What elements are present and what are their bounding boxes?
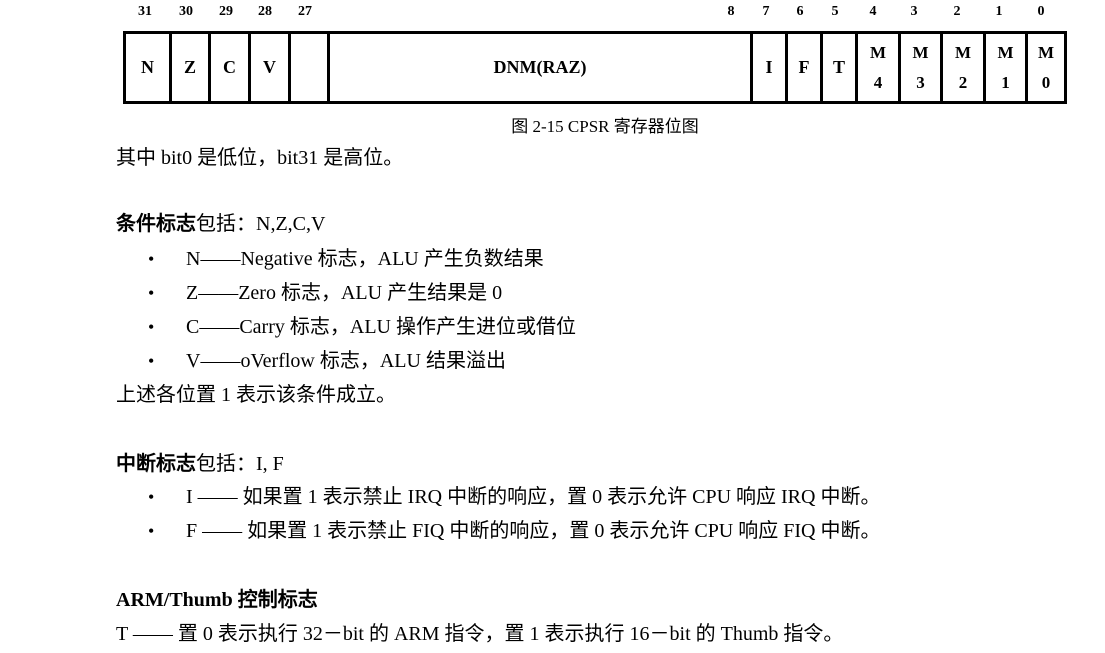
cell-label: F <box>798 57 810 77</box>
register-cell-m1: M 1 <box>983 34 1025 101</box>
list-item-text: N——Negative 标志，ALU 产生负数结果 <box>186 248 544 270</box>
cell-label-top: M <box>997 43 1014 63</box>
cell-label: T <box>832 57 845 77</box>
thumb-flag-text: T —— 置 0 表示执行 32－bit 的 ARM 指令，置 1 表示执行 1… <box>116 623 844 645</box>
register-cell-c: C <box>208 34 248 101</box>
cell-label: V <box>263 57 276 77</box>
bit-number: 27 <box>298 4 312 19</box>
bit-number: 28 <box>258 4 272 19</box>
list-item-text: C——Carry 标志，ALU 操作产生进位或借位 <box>186 316 576 338</box>
bit-number: 1 <box>995 4 1003 19</box>
bit-number: 2 <box>953 4 961 19</box>
cell-label-bottom: 0 <box>1041 72 1051 92</box>
bit-number: 29 <box>219 4 233 19</box>
cell-label-bottom: 2 <box>958 72 968 92</box>
heading-suffix: 包括：I, F <box>196 453 284 475</box>
bit-number-row: 31 30 29 28 27 8 7 6 5 4 3 2 1 0 <box>0 4 1105 24</box>
bullet-icon: • <box>148 521 155 541</box>
cell-label: DNM(RAZ) <box>493 57 587 77</box>
list-item-text: F —— 如果置 1 表示禁止 FIQ 中断的响应，置 0 表示允许 CPU 响… <box>186 520 881 542</box>
cell-label-bottom: 4 <box>873 72 883 92</box>
register-cell-t: T <box>820 34 855 101</box>
register-cell-dnm: DNM(RAZ) <box>327 34 750 101</box>
bullet-icon: • <box>148 487 155 507</box>
cell-label: Z <box>183 57 196 77</box>
interrupt-flags-heading: 中断标志包括：I, F <box>116 452 284 476</box>
bit-number: 7 <box>762 4 770 19</box>
register-cell-m3: M 3 <box>898 34 940 101</box>
cell-label: N <box>141 57 154 77</box>
register-cell-m0: M 0 <box>1025 34 1064 101</box>
register-cell-m2: M 2 <box>940 34 983 101</box>
cell-label-bottom: 3 <box>916 72 925 92</box>
bullet-icon: • <box>148 249 155 269</box>
register-cell-f: F <box>785 34 820 101</box>
intro-text: 其中 bit0 是低位，bit31 是高位。 <box>116 147 404 169</box>
cell-label-top: M <box>869 43 887 63</box>
list-item-text: V——oVerflow 标志，ALU 结果溢出 <box>186 350 506 372</box>
register-cell-i: I <box>750 34 785 101</box>
heading-bold: 中断标志 <box>116 453 196 475</box>
bit-number: 5 <box>831 4 839 19</box>
register-cell-27 <box>288 34 327 101</box>
list-item-text: Z——Zero 标志，ALU 产生结果是 0 <box>186 282 503 304</box>
bit-number: 8 <box>727 4 735 19</box>
heading-bold: 条件标志 <box>116 213 196 235</box>
list-item-text: I —— 如果置 1 表示禁止 IRQ 中断的响应，置 0 表示允许 CPU 响… <box>186 486 881 508</box>
bit-number: 30 <box>179 4 193 19</box>
bullet-icon: • <box>148 317 155 337</box>
register-cell-z: Z <box>169 34 208 101</box>
register-cell-n: N <box>126 34 169 101</box>
register-cell-v: V <box>248 34 288 101</box>
cell-label-top: M <box>912 43 929 63</box>
heading-suffix: 包括：N,Z,C,V <box>196 213 326 235</box>
bit-number: 0 <box>1037 4 1045 19</box>
thumb-flag-heading: ARM/Thumb 控制标志 <box>116 589 318 611</box>
cell-label-top: M <box>954 43 972 63</box>
figure-caption: 图 2-15 CPSR 寄存器位图 <box>511 117 699 136</box>
bit-number: 3 <box>910 4 918 19</box>
bullet-icon: • <box>148 351 155 371</box>
register-cell-m4: M 4 <box>855 34 898 101</box>
condition-flags-heading: 条件标志包括：N,Z,C,V <box>116 212 325 236</box>
bit-number: 31 <box>138 4 152 19</box>
cell-label-bottom: 1 <box>1001 72 1010 92</box>
cpsr-register-diagram: N Z C V DNM(RAZ) I F T M 4 M 3 M 2 M 1 M… <box>123 31 1067 104</box>
cell-label: C <box>223 57 236 77</box>
bit-number: 4 <box>869 4 877 19</box>
condition-flags-note: 上述各位置 1 表示该条件成立。 <box>116 384 396 406</box>
cell-label: I <box>765 57 773 77</box>
bit-number: 6 <box>796 4 804 19</box>
bullet-icon: • <box>148 283 155 303</box>
cell-label-top: M <box>1037 43 1055 63</box>
